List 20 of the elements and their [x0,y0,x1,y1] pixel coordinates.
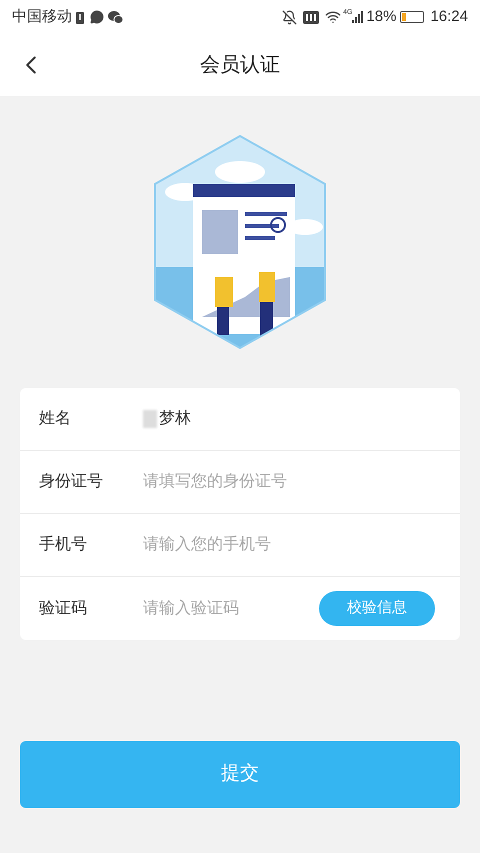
name-value: 梦林 [159,408,191,429]
wifi-icon [325,9,342,25]
input-field[interactable]: 请填写您的身份证号 [143,470,435,494]
clock: 16:24 [430,6,468,27]
field-label: 姓名 [39,409,72,429]
input-field[interactable]: 请输入验证码 [143,596,319,620]
chat-icon [90,10,104,24]
verify-button[interactable]: 校验信息 [319,591,435,626]
battery-icon [400,11,424,23]
input-field[interactable]: 请输入您的手机号 [143,533,435,557]
mute-icon [282,10,298,24]
field-label: 验证码 [39,598,88,618]
sim-alert-icon [76,10,84,24]
battery-percent: 18% [366,6,396,27]
signal-icon [352,11,364,23]
field-label: 手机号 [39,534,88,555]
submit-button[interactable]: 提交 [20,741,460,808]
field-label: 身份证号 [39,472,104,492]
page-title: 会员认证 [200,53,280,78]
carrier-name: 中国移动 [12,6,72,27]
